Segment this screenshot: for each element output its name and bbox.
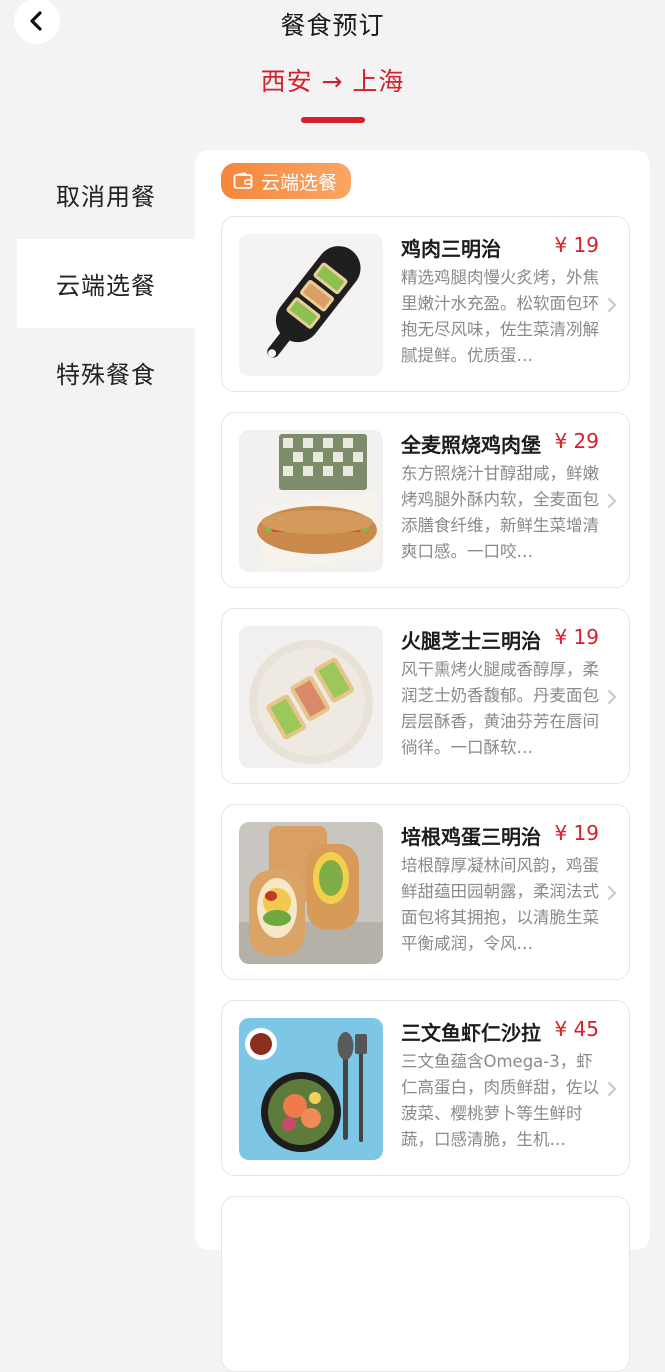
- section-tag-label: 云端选餐: [261, 171, 338, 194]
- section-tag: 云端选餐: [221, 163, 352, 199]
- header: 餐食预订 西安 → 上海: [0, 0, 665, 150]
- product-price: ¥ 29: [554, 429, 599, 453]
- chevron-right-icon: [608, 690, 616, 704]
- product-image: [239, 626, 383, 768]
- product-description: 风干熏烤火腿咸香醇厚，柔润芝士奶香馥郁。丹麦面包层层酥香，黄油芬芳在唇间徜徉。一…: [401, 660, 599, 757]
- product-description: 精选鸡腿肉慢火炙烤，外焦里嫩汁水充盈。松软面包环抱无尽风味，佐生菜清冽解腻提鲜。…: [401, 268, 599, 365]
- product-card[interactable]: [221, 1196, 630, 1372]
- product-card[interactable]: 火腿芝士三明治 ¥ 19 风干熏烤火腿咸香醇厚，柔润芝士奶香馥郁。丹麦面包层层酥…: [221, 608, 630, 784]
- product-image: [239, 1018, 383, 1160]
- product-panel: 云端选餐 鸡肉三明治 ¥ 19 精选鸡腿肉慢火炙烤，外焦里嫩汁水充盈。松软面包环…: [195, 150, 650, 1372]
- product-description: 三文鱼蕴含Omega-3，虾仁高蛋白，肉质鲜甜，佐以菠菜、樱桃萝卜等生鲜时蔬，口…: [401, 1052, 599, 1149]
- sidebar-item-cloud-meal[interactable]: 云端选餐: [17, 239, 195, 328]
- product-price: ¥ 45: [554, 1017, 599, 1041]
- product-image: [239, 234, 383, 376]
- sidebar-item-special-meal[interactable]: 特殊餐食: [17, 328, 195, 417]
- product-name: 三文鱼虾仁沙拉: [401, 1021, 541, 1045]
- product-card[interactable]: 全麦照烧鸡肉堡 ¥ 29 东方照烧汁甘醇甜咸，鲜嫩烤鸡腿外酥内软，全麦面包添膳食…: [221, 412, 630, 588]
- route-label: 西安 → 上海: [260, 67, 405, 96]
- product-name: 火腿芝士三明治: [401, 629, 541, 653]
- product-name: 鸡肉三明治: [401, 237, 501, 261]
- product-image: [239, 430, 383, 572]
- chevron-right-icon: [608, 494, 616, 508]
- product-image: [239, 822, 383, 964]
- product-card[interactable]: 培根鸡蛋三明治 ¥ 19 培根醇厚凝林间风韵，鸡蛋鲜甜蕴田园朝露，柔润法式面包将…: [221, 804, 630, 980]
- product-price: ¥ 19: [554, 821, 599, 845]
- product-description: 东方照烧汁甘醇甜咸，鲜嫩烤鸡腿外酥内软，全麦面包添膳食纤维，新鲜生菜增清爽口感。…: [401, 464, 599, 561]
- wallet-icon: [233, 172, 253, 190]
- page-title: 餐食预订: [280, 11, 385, 40]
- product-card[interactable]: 三文鱼虾仁沙拉 ¥ 45 三文鱼蕴含Omega-3，虾仁高蛋白，肉质鲜甜，佐以菠…: [221, 1000, 630, 1176]
- sidebar-item-cancel-meal[interactable]: 取消用餐: [17, 150, 195, 239]
- product-card[interactable]: 鸡肉三明治 ¥ 19 精选鸡腿肉慢火炙烤，外焦里嫩汁水充盈。松软面包环抱无尽风味…: [221, 216, 630, 392]
- product-name: 培根鸡蛋三明治: [401, 825, 541, 849]
- product-price: ¥ 19: [554, 233, 599, 257]
- product-name: 全麦照烧鸡肉堡: [401, 433, 541, 457]
- product-price: ¥ 19: [554, 625, 599, 649]
- chevron-right-icon: [608, 1082, 616, 1096]
- chevron-right-icon: [608, 886, 616, 900]
- product-description: 培根醇厚凝林间风韵，鸡蛋鲜甜蕴田园朝露，柔润法式面包将其拥抱，以清脆生菜平衡咸润…: [401, 856, 599, 953]
- sidebar: 取消用餐 云端选餐 特殊餐食: [17, 150, 195, 417]
- chevron-right-icon: [608, 298, 616, 312]
- route-underline: [301, 117, 365, 123]
